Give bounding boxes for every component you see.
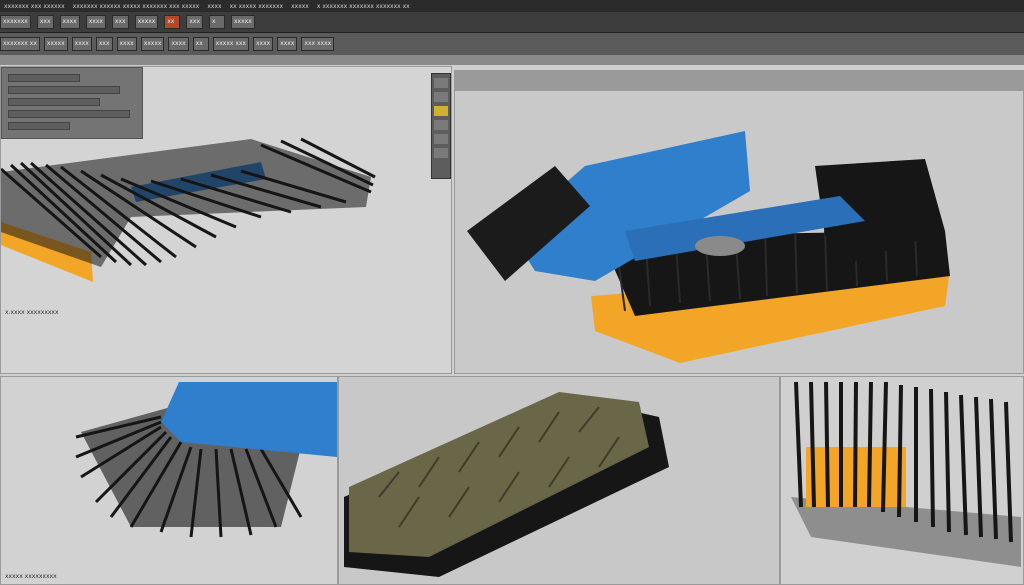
toolbar-button[interactable]: xxx [36, 15, 54, 29]
toolbar-button[interactable]: xxxxx [231, 15, 255, 29]
ribbon-tab[interactable]: xxxxx [43, 37, 68, 51]
menu-item[interactable]: xxxxxxx xxx xxxxxx [0, 3, 69, 10]
ribbon-tab[interactable]: xxxxx xxx [212, 37, 249, 51]
brush-mount-render [75, 382, 337, 538]
toolbar-button-active[interactable]: xx [164, 15, 181, 29]
bristle-cross-section-render [791, 381, 1021, 567]
toolbar: xxxxxxx xxx xxxx xxxx xxx xxxxx xx xxx x… [0, 12, 1024, 33]
viewport-bottom-right[interactable] [780, 376, 1024, 585]
ribbon-tab[interactable]: xxxx [116, 37, 137, 51]
viewport-top-right[interactable] [454, 70, 1024, 374]
ribbon-tab[interactable]: xxxxx [140, 37, 165, 51]
menu-item[interactable]: x xxxxxxx xxxxxxx xxxxxxx xx [313, 3, 414, 10]
brush-3d-render [467, 131, 950, 363]
viewport-caption: xxxxx xxxxxxxxx [5, 573, 57, 580]
base-plate [791, 497, 1021, 567]
ribbon-tab[interactable]: xxxxxxx xx [0, 37, 40, 51]
viewport-bottom-center[interactable] [338, 376, 780, 585]
ribbon-tab[interactable]: xxxx [277, 37, 298, 51]
sub-toolbar [0, 55, 1024, 65]
viewport-bottom-left[interactable]: xxxxx xxxxxxxxx [0, 376, 338, 585]
menu-item[interactable]: xxxxx [287, 3, 313, 10]
toolbar-button[interactable]: xxx [186, 15, 203, 29]
ribbon-tab[interactable]: xxxx [253, 37, 274, 51]
mount-socket [695, 236, 745, 256]
ribbon-tab[interactable]: xxxx [168, 37, 189, 51]
ribbon-bar: xxxxxxx xx xxxxx xxxx xxx xxxx xxxxx xxx… [0, 33, 1024, 55]
bristle-surface-render [344, 392, 669, 577]
menu-item[interactable]: xx xxxxx xxxxxxx [226, 3, 288, 10]
ribbon-tab[interactable]: xxx [95, 37, 113, 51]
brush-side-render [1, 137, 376, 282]
menu-item[interactable]: xxxxxxx xxxxxx xxxxx xxxxxxx xxx xxxxx [69, 3, 204, 10]
ribbon-tab[interactable]: xx [192, 37, 209, 51]
viewport-top-left[interactable]: x.xxxx xxxxxxxxx [0, 66, 452, 374]
toolbar-button[interactable]: xxxx [59, 15, 80, 29]
toolbar-button[interactable]: xxxxx [134, 15, 159, 29]
toolbar-button[interactable]: xxx [111, 15, 129, 29]
ribbon-tab[interactable]: xxx xxxx [301, 37, 335, 51]
menu-item[interactable]: xxxx [203, 3, 225, 10]
toolbar-button[interactable]: xxxxxxx [0, 15, 31, 29]
toolbar-button[interactable]: x [209, 15, 225, 29]
toolbar-button[interactable]: xxxx [85, 15, 106, 29]
menu-bar: xxxxxxx xxx xxxxxx xxxxxxx xxxxxx xxxxx … [0, 0, 1024, 12]
viewport-caption: x.xxxx xxxxxxxxx [5, 309, 59, 316]
ribbon-tab[interactable]: xxxx [71, 37, 92, 51]
